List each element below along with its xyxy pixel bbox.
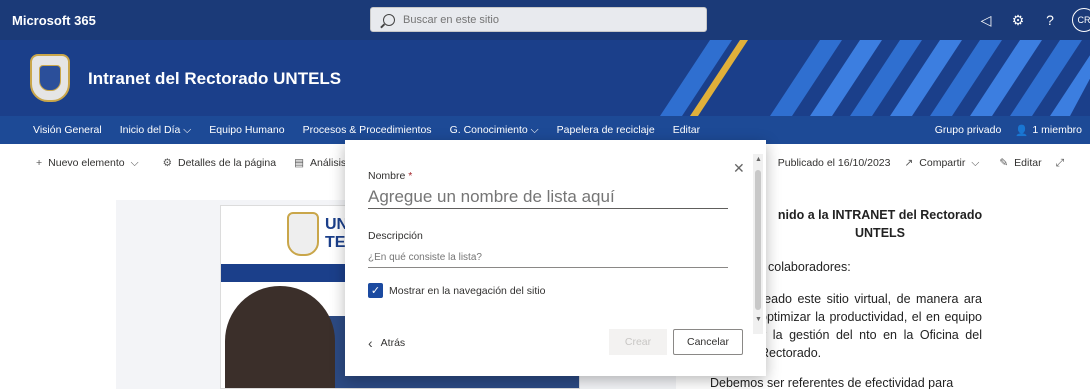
- pencil-icon: ✎: [999, 157, 1009, 169]
- article-paragraph-1: colaboradores:: [768, 260, 851, 274]
- command-bar-right: Publicado el 16/10/2023 ↗ Compartir ⌵ ✎ …: [778, 144, 1084, 182]
- nav-item-editar[interactable]: Editar: [664, 124, 709, 136]
- gear-icon[interactable]: ⚙: [1002, 12, 1034, 29]
- new-item-button[interactable]: + Nuevo elemento ⌵: [36, 157, 145, 170]
- megaphone-icon[interactable]: ◁: [970, 12, 1002, 29]
- required-mark: *: [408, 170, 413, 182]
- scroll-up-icon[interactable]: ▲: [755, 156, 762, 163]
- back-label: Atrás: [380, 337, 406, 349]
- analysis-label: Análisis: [310, 157, 347, 169]
- analysis-button[interactable]: ▤ Análisis: [294, 157, 346, 169]
- suite-bar: Microsoft 365 ◁ ⚙ ? CR: [0, 0, 1090, 40]
- header-stripes: [660, 40, 1090, 116]
- description-input[interactable]: [368, 248, 728, 268]
- site-title[interactable]: Intranet del Rectorado UNTELS: [88, 69, 341, 89]
- chevron-down-icon: ⌵: [971, 156, 980, 169]
- gear-icon: ⚙: [162, 157, 172, 169]
- help-icon[interactable]: ?: [1034, 12, 1066, 28]
- published-label: Publicado el 16/10/2023: [777, 157, 891, 169]
- new-item-label: Nuevo elemento: [48, 157, 125, 169]
- nav-item-papelera[interactable]: Papelera de reciclaje: [548, 124, 664, 136]
- page-details-label: Detalles de la página: [178, 157, 277, 169]
- avatar[interactable]: CR: [1072, 8, 1090, 32]
- university-emblem: [287, 212, 319, 256]
- scroll-down-icon[interactable]: ▼: [755, 316, 762, 323]
- close-icon[interactable]: ✕: [733, 160, 745, 177]
- article-paragraph-3: Debemos ser referentes de efectividad pa…: [710, 376, 954, 389]
- suite-brand[interactable]: Microsoft 365: [12, 13, 370, 28]
- nav-item-inicio[interactable]: Inicio del Día ⌵: [111, 124, 201, 137]
- suite-icons: ◁ ⚙ ? CR: [970, 0, 1090, 40]
- nav-item-vision[interactable]: Visión General: [0, 124, 111, 136]
- nav-item-procesos[interactable]: Procesos & Procedimientos: [294, 124, 441, 136]
- group-privacy-label: Grupo privado: [934, 124, 1002, 136]
- published-status: Publicado el 16/10/2023: [778, 157, 891, 169]
- chart-icon: ▤: [294, 157, 304, 169]
- share-icon: ↗: [904, 157, 914, 169]
- members-icon[interactable]: 👤: [1015, 124, 1028, 137]
- name-label: Nombre: [368, 170, 406, 182]
- show-in-nav-checkbox[interactable]: ✓: [368, 283, 383, 298]
- share-button[interactable]: ↗ Compartir ⌵: [904, 157, 985, 170]
- edit-label: Editar: [1014, 157, 1042, 169]
- nav-item-conocimiento[interactable]: G. Conocimiento ⌵: [441, 124, 548, 137]
- create-list-dialog: ✕ ▲ ▼ Nombre * Descripción ✓ Mostrar en …: [345, 140, 766, 376]
- search-input[interactable]: [403, 13, 683, 26]
- article-heading: nido a la INTRANET del Rectorado UNTELS: [777, 208, 983, 240]
- name-label-wrap: Nombre *: [368, 170, 412, 182]
- description-label: Descripción: [368, 230, 423, 242]
- expand-button[interactable]: ⤢: [1056, 157, 1070, 170]
- nav-item-equipo[interactable]: Equipo Humano: [200, 124, 293, 136]
- list-name-input[interactable]: [368, 185, 728, 209]
- scroll-thumb[interactable]: [755, 170, 761, 310]
- search-icon: [383, 13, 395, 26]
- site-header: Intranet del Rectorado UNTELS: [0, 40, 1090, 116]
- flyer-photo-person: [225, 286, 335, 388]
- share-label: Compartir: [919, 157, 966, 169]
- search-box[interactable]: [370, 7, 707, 32]
- expand-icon: ⤢: [1055, 156, 1064, 169]
- nav-right: Grupo privado 👤 1 miembro: [921, 116, 1082, 144]
- article-paragraph-2: reado este sitio virtual, de manera ara …: [760, 292, 982, 360]
- edit-button[interactable]: ✎ Editar: [999, 157, 1041, 169]
- back-button[interactable]: ‹ Atrás: [368, 335, 405, 351]
- create-button[interactable]: Crear: [609, 329, 667, 355]
- plus-icon: +: [36, 157, 43, 169]
- cancel-button[interactable]: Cancelar: [673, 329, 743, 355]
- show-in-nav-label[interactable]: Mostrar en la navegación del sitio: [389, 285, 545, 297]
- chevron-down-icon: ⌵: [130, 156, 139, 169]
- page-details-button[interactable]: ⚙ Detalles de la página: [163, 157, 277, 169]
- members-count[interactable]: 1 miembro: [1032, 124, 1082, 136]
- chevron-left-icon: ‹: [368, 335, 373, 351]
- site-logo[interactable]: [30, 54, 70, 102]
